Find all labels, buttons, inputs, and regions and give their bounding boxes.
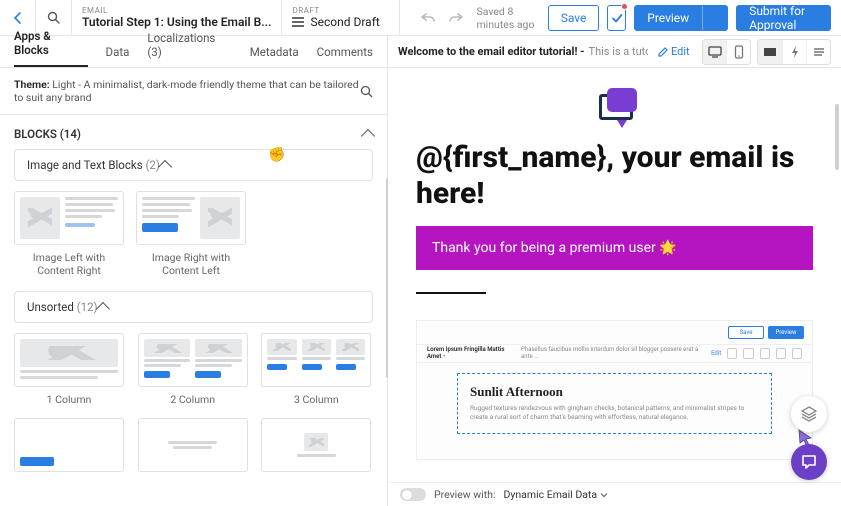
nested-editor-preview: Save Preview Lorem Ipsum Fringilla Matti… <box>416 320 813 460</box>
block-extra-2[interactable] <box>138 418 248 472</box>
theme-prefix: Theme: <box>14 78 50 91</box>
tab-data[interactable]: Data <box>106 45 130 67</box>
block-image-right-label: Image Right with Content Left <box>136 251 246 277</box>
block-extra-1[interactable] <box>14 418 124 472</box>
nested-tool-icon[interactable] <box>760 348 770 359</box>
redo-button[interactable] <box>444 6 468 30</box>
top-bar: EMAIL Tutorial Step 1: Using the Email B… <box>0 0 841 36</box>
unsorted-group-label: Unsorted <box>27 300 74 314</box>
list-icon <box>292 17 304 27</box>
nested-tool-icon[interactable] <box>776 348 786 359</box>
chevron-up-icon <box>361 129 375 143</box>
view-mode-segment <box>757 39 831 65</box>
premium-banner: Thank you for being a premium user 🌟 <box>416 226 813 270</box>
device-segment <box>702 39 752 65</box>
block-1-column[interactable]: 1 Column <box>14 333 124 406</box>
scrollbar[interactable] <box>835 104 839 170</box>
nested-subject-muted: Phasellus faucibus mollis interdum dolor… <box>521 346 699 360</box>
device-desktop-button[interactable] <box>703 40 727 64</box>
block-image-left-label: Image Left with Content Right <box>14 251 124 277</box>
tab-apps-blocks[interactable]: Apps & Blocks <box>14 29 88 67</box>
edit-label: Edit <box>671 45 690 58</box>
block-2-column-label: 2 Column <box>138 393 248 406</box>
draft-value: Second Draft <box>310 15 379 29</box>
block-extra-3[interactable] <box>261 418 371 472</box>
block-1-column-label: 1 Column <box>14 393 124 406</box>
preview-dropdown-button[interactable] <box>702 5 728 31</box>
preview-with-toggle[interactable] <box>400 488 426 501</box>
block-2-column[interactable]: 2 Column <box>138 333 248 406</box>
preview-toolbar: Welcome to the email editor tutorial! - … <box>388 36 841 68</box>
tab-localizations[interactable]: Localizations (3) <box>147 31 231 67</box>
alert-dot-icon <box>621 3 628 10</box>
saved-status: Saved 8 minutes ago <box>476 5 539 31</box>
nested-tool-icon[interactable] <box>743 348 753 359</box>
document-title-block[interactable]: EMAIL Tutorial Step 1: Using the Email B… <box>72 0 282 35</box>
left-panel: Apps & Blocks Data Localizations (3) Met… <box>0 36 388 506</box>
doc-type-label: EMAIL <box>82 6 271 15</box>
chevron-up-icon <box>95 302 109 316</box>
save-button[interactable]: Save <box>548 5 600 31</box>
blocks-section-label: BLOCKS (14) <box>14 127 81 141</box>
tab-comments[interactable]: Comments <box>317 45 373 67</box>
preview-with-value[interactable]: Dynamic Email Data <box>504 488 608 501</box>
tab-metadata[interactable]: Metadata <box>250 45 299 67</box>
submit-approval-button[interactable]: Submit for Approval <box>736 5 831 31</box>
email-headline: @{first_name}, your email is here! <box>416 140 813 212</box>
device-mobile-button[interactable] <box>726 40 750 64</box>
theme-search-icon[interactable] <box>360 85 373 98</box>
email-logo <box>416 88 813 126</box>
unsorted-group-header[interactable]: Unsorted (12) <box>14 291 373 323</box>
unsorted-group-count: (12) <box>77 300 98 314</box>
image-text-group-label: Image and Text Blocks <box>27 158 143 172</box>
nested-tool-icon[interactable] <box>727 348 737 359</box>
nested-edit-link[interactable]: Edit <box>711 350 721 357</box>
theme-name: Light <box>52 78 75 91</box>
doc-title: Tutorial Step 1: Using the Email B... <box>82 15 271 29</box>
nested-preview-button[interactable]: Preview <box>768 326 804 339</box>
subject-preview: Welcome to the email editor tutorial! - … <box>398 45 648 58</box>
layers-fab[interactable] <box>791 396 827 432</box>
view-amp-button[interactable] <box>782 40 806 64</box>
nested-selected-block[interactable]: Sunlit Afternoon Rugged textures rendezv… <box>457 373 772 435</box>
draft-label: DRAFT <box>292 6 389 15</box>
nested-copy: Rugged textures rendezvous with gingham … <box>470 404 759 424</box>
divider <box>416 292 486 294</box>
preview-with-bar: Preview with: Dynamic Email Data <box>388 482 841 506</box>
view-outline-button[interactable] <box>806 40 830 64</box>
chevron-up-icon <box>158 160 172 174</box>
subject-preview-muted: This is a tutorial, and ... <box>589 45 649 58</box>
preview-canvas[interactable]: @{first_name}, your email is here! Thank… <box>388 68 841 506</box>
image-text-group-count: (2) <box>145 158 159 172</box>
nested-title: Sunlit Afternoon <box>470 384 759 400</box>
preview-with-label: Preview with: <box>434 488 496 501</box>
theme-row: Theme: Light - A minimalist, dark-mode f… <box>0 68 387 115</box>
nested-tool-icon[interactable] <box>792 348 802 359</box>
preview-with-value-text: Dynamic Email Data <box>504 488 598 501</box>
edit-subject-link[interactable]: Edit <box>658 45 690 58</box>
image-text-group-header[interactable]: Image and Text Blocks (2) <box>14 149 373 181</box>
view-visual-button[interactable] <box>758 40 782 64</box>
validate-button[interactable] <box>607 5 626 31</box>
block-3-column-label: 3 Column <box>261 393 371 406</box>
draft-selector[interactable]: DRAFT Second Draft <box>282 0 400 35</box>
subject-preview-bold: Welcome to the email editor tutorial! - <box>398 45 585 58</box>
block-3-column[interactable]: 3 Column <box>261 333 371 406</box>
preview-pane: Welcome to the email editor tutorial! - … <box>388 36 841 506</box>
preview-button[interactable]: Preview <box>634 5 702 31</box>
nested-save-button[interactable]: Save <box>728 326 764 339</box>
block-image-right[interactable]: Image Right with Content Left <box>136 191 246 277</box>
left-tabs: Apps & Blocks Data Localizations (3) Met… <box>0 36 387 68</box>
block-image-left[interactable]: Image Left with Content Right <box>14 191 124 277</box>
blocks-section-header[interactable]: BLOCKS (14) <box>14 115 373 149</box>
help-chat-fab[interactable] <box>791 444 827 480</box>
nested-subject-bold: Lorem Ipsum Fringilla Mattis Amet - <box>427 346 515 360</box>
undo-button[interactable] <box>416 6 440 30</box>
